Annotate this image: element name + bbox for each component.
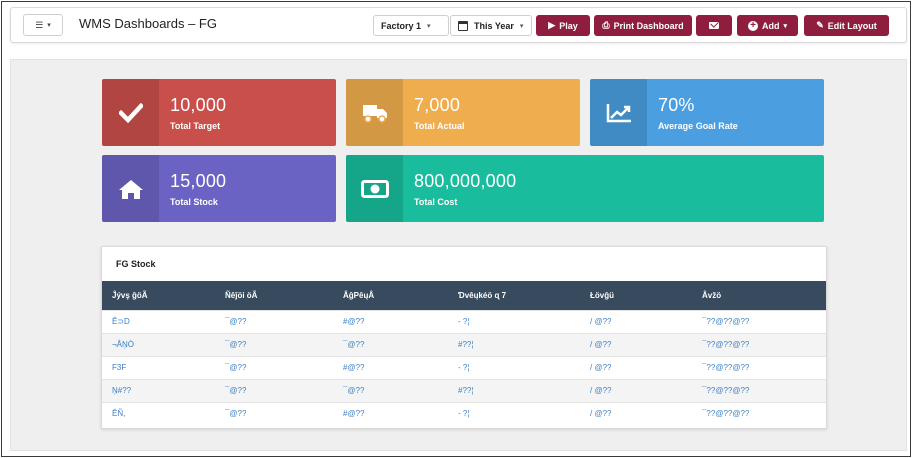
money-icon [360, 179, 389, 198]
card-value: 70% [658, 94, 695, 115]
period-select-value: This Year [474, 20, 514, 31]
caret-down-icon: ▾ [47, 22, 51, 29]
card-value: 10,000 [170, 94, 227, 115]
column-header[interactable]: Âvžö [692, 281, 826, 310]
play-button-label: Play [559, 20, 578, 31]
fg-stock-table: Ĵývş ĝöÃ Ñêĵöi öÃ ÂĝPêųÂ Ɗvêųkéö ɋ 7 Łöv… [102, 281, 826, 425]
table-row[interactable]: ÊÑ, ¯@?? #@?? - ?¦ / @?? ¯??@??@?? [102, 401, 826, 425]
add-button[interactable]: + Add ▾ [737, 15, 798, 36]
edit-layout-button[interactable]: ✎ Edit Layout [804, 15, 889, 36]
table-row[interactable]: Ê⊃D ¯@?? #@?? - ?¦ / @?? ¯??@??@?? [102, 309, 826, 333]
table-row[interactable]: F3F ¯@?? #@?? - ?¦ / @?? ¯??@??@?? [102, 355, 826, 379]
table-cell[interactable]: / @?? [580, 332, 692, 356]
envelope-icon [709, 22, 719, 29]
table-cell[interactable]: ¯@?? [215, 309, 333, 333]
table-cell[interactable]: - ?¦ [448, 401, 580, 425]
table-cell[interactable]: Ņ#?? [102, 378, 215, 402]
print-icon: ⎙ [602, 20, 610, 30]
table-header-row: Ĵývş ĝöÃ Ñêĵöi öÃ ÂĝPêųÂ Ɗvêųkéö ɋ 7 Łöv… [102, 281, 826, 310]
card-total-cost[interactable]: 800,000,000 Total Cost [346, 155, 824, 222]
table-cell[interactable]: / @?? [580, 378, 692, 402]
table-cell[interactable]: ¯??@??@?? [692, 378, 826, 402]
page-title: WMS Dashboards – FG [79, 16, 217, 31]
home-icon [118, 179, 143, 199]
play-button[interactable]: ▶ Play [536, 15, 590, 36]
column-header[interactable]: Łövĝü [580, 281, 692, 310]
column-header[interactable]: Ñêĵöi öÃ [215, 281, 333, 310]
card-value: 800,000,000 [414, 170, 517, 191]
print-dashboard-button[interactable]: ⎙ Print Dashboard [594, 15, 692, 36]
table-cell[interactable]: ¬ÂŅÒ [102, 332, 215, 356]
table-row[interactable]: Ņ#?? ¯@?? ¯@?? #??¦ / @?? ¯??@??@?? [102, 378, 826, 402]
play-icon: ▶ [548, 20, 556, 30]
caret-down-icon: ▾ [519, 22, 524, 30]
calendar-icon [458, 20, 468, 31]
email-button[interactable] [696, 15, 732, 36]
caret-down-icon: ▾ [783, 22, 787, 30]
table-cell[interactable]: #??¦ [448, 332, 580, 356]
table-cell[interactable]: / @?? [580, 401, 692, 425]
caret-down-icon: ▾ [427, 22, 431, 30]
table-cell[interactable]: ¯??@??@?? [692, 355, 826, 379]
column-header[interactable]: Ɗvêųkéö ɋ 7 [448, 281, 580, 310]
menu-button[interactable]: ☰ ▾ [23, 14, 63, 36]
table-cell[interactable]: ¯??@??@?? [692, 332, 826, 356]
table-row[interactable]: ¬ÂŅÒ ¯@?? ¯@?? #??¦ / @?? ¯??@??@?? [102, 332, 826, 356]
card-label: Average Goal Rate [658, 120, 738, 131]
card-label: Total Stock [170, 196, 218, 207]
card-average-goal-rate[interactable]: 70% Average Goal Rate [590, 79, 824, 146]
card-label: Total Actual [414, 120, 465, 131]
add-button-label: Add [761, 20, 780, 31]
column-header[interactable]: ÂĝPêųÂ [333, 281, 448, 310]
column-header[interactable]: Ĵývş ĝöÃ [102, 281, 215, 310]
trend-chart-icon [606, 103, 631, 122]
dashboard-area: 10,000 Total Target 7,000 Total Actual 7… [10, 59, 907, 451]
table-cell[interactable]: ¯@?? [215, 378, 333, 402]
table-cell[interactable]: - ?¦ [448, 309, 580, 333]
sliders-icon: ☰ [35, 19, 44, 30]
table-cell[interactable]: ÊÑ, [102, 401, 215, 425]
table-cell[interactable]: / @?? [580, 355, 692, 379]
table-cell[interactable]: #@?? [333, 309, 448, 333]
factory-select[interactable]: Factory 1 ▾ [373, 15, 449, 36]
table-cell[interactable]: Ê⊃D [102, 309, 215, 333]
plus-circle-icon: + [747, 20, 758, 31]
table-cell[interactable]: #??¦ [448, 378, 580, 402]
check-icon [118, 102, 143, 123]
edit-layout-label: Edit Layout [827, 20, 877, 31]
table-cell[interactable]: #@?? [333, 401, 448, 425]
fg-stock-panel: FG Stock Ĵývş ĝöÃ Ñêĵöi öÃ ÂĝPêųÂ Ɗvêųké… [101, 246, 827, 429]
table-cell[interactable]: ¯??@??@?? [692, 401, 826, 425]
table-cell[interactable]: #@?? [333, 355, 448, 379]
card-value: 7,000 [414, 94, 461, 115]
table-cell[interactable]: ¯@?? [333, 332, 448, 356]
table-cell[interactable]: / @?? [580, 309, 692, 333]
app-window: ☰ ▾ WMS Dashboards – FG Factory 1 ▾ This… [1, 1, 911, 457]
period-select[interactable]: This Year ▾ [450, 15, 532, 36]
card-label: Total Target [170, 120, 221, 131]
panel-title: FG Stock [116, 259, 156, 269]
card-total-stock[interactable]: 15,000 Total Stock [102, 155, 336, 222]
table-cell[interactable]: ¯@?? [215, 401, 333, 425]
table-cell[interactable]: F3F [102, 355, 215, 379]
card-total-actual[interactable]: 7,000 Total Actual [346, 79, 580, 146]
pencil-icon: ✎ [816, 20, 824, 30]
table-cell[interactable]: - ?¦ [448, 355, 580, 379]
truck-icon [362, 104, 387, 123]
table-cell[interactable]: ¯@?? [333, 378, 448, 402]
factory-select-value: Factory 1 [381, 20, 422, 31]
card-label: Total Cost [414, 196, 458, 207]
card-value: 15,000 [170, 170, 227, 191]
card-total-target[interactable]: 10,000 Total Target [102, 79, 336, 146]
table-cell[interactable]: ¯??@??@?? [692, 309, 826, 333]
top-toolbar: ☰ ▾ WMS Dashboards – FG Factory 1 ▾ This… [10, 7, 907, 43]
table-cell[interactable]: ¯@?? [215, 355, 333, 379]
table-cell[interactable]: ¯@?? [215, 332, 333, 356]
print-button-label: Print Dashboard [613, 20, 684, 31]
